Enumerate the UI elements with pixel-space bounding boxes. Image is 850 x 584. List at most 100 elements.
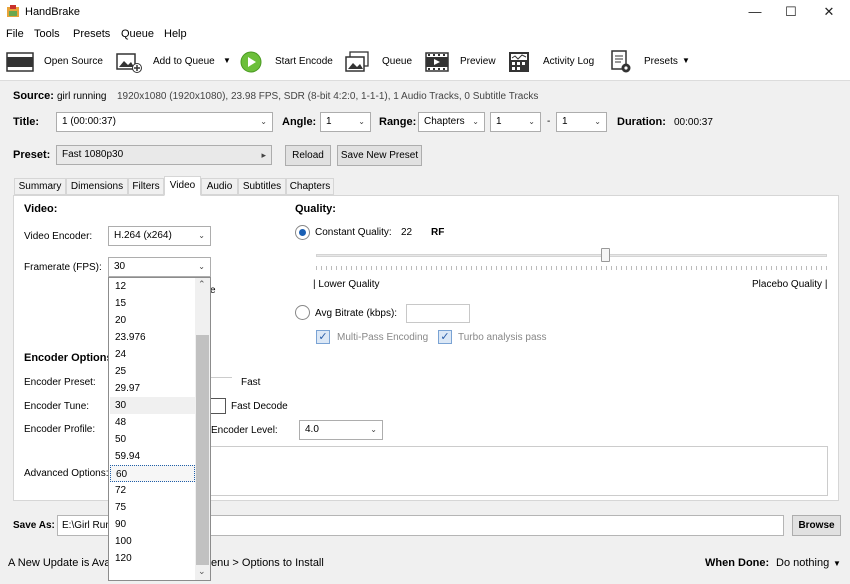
fps-option-25[interactable]: 25 — [110, 363, 195, 380]
range-type-select[interactable]: Chapters ⌄ — [418, 112, 485, 132]
fps-option-90[interactable]: 90 — [110, 516, 195, 533]
queue-button[interactable]: Queue — [343, 46, 418, 78]
reload-button[interactable]: Reload — [285, 145, 331, 166]
presets-label: Presets — [644, 56, 678, 67]
preset-select[interactable]: Fast 1080p30 ▸ — [56, 145, 272, 165]
fps-option-30[interactable]: 30 — [110, 397, 195, 414]
tab-audio[interactable]: Audio — [201, 178, 238, 195]
start-encode-label: Start Encode — [275, 56, 333, 67]
presets-chevron-down-icon[interactable]: ▼ — [682, 56, 690, 65]
presets-button[interactable]: Presets ▼ — [608, 46, 693, 78]
encoder-preset-fast-label: Fast — [241, 377, 261, 388]
turbo-pass-label: Turbo analysis pass — [458, 332, 547, 343]
minimize-icon[interactable]: — — [737, 0, 773, 24]
fps-option-12[interactable]: 12 — [110, 278, 195, 295]
encoder-level-select[interactable]: 4.0 ⌄ — [299, 420, 383, 440]
tab-dimensions[interactable]: Dimensions — [66, 178, 128, 195]
fps-option-60[interactable]: 60 — [110, 465, 195, 482]
source-info: 1920x1080 (1920x1080), 23.98 FPS, SDR (8… — [117, 91, 539, 102]
title-select[interactable]: 1 (00:00:37) ⌄ — [56, 112, 273, 132]
fps-option-15[interactable]: 15 — [110, 295, 195, 312]
scroll-up-icon[interactable]: ⌃ — [198, 279, 206, 290]
film-icon — [6, 52, 34, 72]
dropdown-scrollbar[interactable]: ⌃ ⌄ — [195, 278, 210, 580]
activity-log-button[interactable]: Activity Log — [506, 46, 601, 78]
activity-log-icon — [509, 52, 529, 72]
menu-help[interactable]: Help — [164, 28, 187, 40]
range-type-chevron-down-icon: ⌄ — [472, 117, 479, 126]
scroll-down-icon[interactable]: ⌄ — [198, 566, 206, 577]
menu-queue[interactable]: Queue — [121, 28, 154, 40]
activity-log-label: Activity Log — [543, 56, 595, 67]
source-name: girl running — [57, 91, 107, 102]
toolbar: Open Source Add to Queue ▼ Start Encode … — [0, 44, 850, 81]
fps-option-20[interactable]: 20 — [110, 312, 195, 329]
tab-summary[interactable]: Summary — [14, 178, 66, 195]
video-section-title: Video: — [24, 203, 58, 215]
quality-slider-track[interactable] — [316, 254, 827, 257]
save-as-label: Save As: — [13, 520, 55, 531]
tab-filters[interactable]: Filters — [128, 178, 164, 195]
tab-video[interactable]: Video — [164, 176, 201, 196]
start-encode-button[interactable]: Start Encode — [238, 46, 338, 78]
range-to-select[interactable]: 1 ⌄ — [556, 112, 607, 132]
turbo-pass-checkbox[interactable]: ✓ — [438, 330, 452, 344]
presets-gear-icon — [611, 50, 631, 73]
avg-bitrate-input[interactable] — [406, 304, 470, 323]
browse-button[interactable]: Browse — [792, 515, 841, 536]
encoder-chevron-down-icon: ⌄ — [198, 231, 205, 240]
fps-option-100[interactable]: 100 — [110, 533, 195, 550]
quality-slider-thumb[interactable] — [601, 248, 610, 262]
angle-select[interactable]: 1 ⌄ — [320, 112, 371, 132]
duration-label: Duration: — [617, 116, 666, 128]
when-done-label: When Done: — [705, 557, 770, 569]
save-new-preset-button[interactable]: Save New Preset — [337, 145, 422, 166]
constant-quality-label: Constant Quality: — [315, 227, 392, 238]
maximize-icon[interactable]: ☐ — [773, 0, 809, 24]
dropdown-scroll-thumb[interactable] — [196, 335, 209, 565]
add-image-icon — [116, 53, 142, 73]
framerate-select[interactable]: 30 ⌄ — [108, 257, 211, 277]
encoder-preset-slider[interactable] — [210, 377, 232, 378]
fps-option-24[interactable]: 24 — [110, 346, 195, 363]
fast-decode-checkbox[interactable] — [210, 398, 226, 414]
multi-pass-checkbox[interactable]: ✓ — [316, 330, 330, 344]
advanced-options-label: Advanced Options: — [24, 468, 109, 479]
open-source-button[interactable]: Open Source — [4, 46, 104, 78]
encoder-level-label: Encoder Level: — [211, 425, 278, 436]
menu-presets[interactable]: Presets — [73, 28, 110, 40]
fps-option-120[interactable]: 120 — [110, 550, 195, 567]
close-icon[interactable]: ✕ — [811, 0, 847, 24]
fps-option-72[interactable]: 72 — [110, 482, 195, 499]
rf-label: RF — [431, 227, 445, 238]
add-to-queue-label: Add to Queue — [153, 56, 215, 67]
tab-subtitles[interactable]: Subtitles — [238, 178, 286, 195]
framerate-dropdown-list[interactable]: 12 15 20 23.976 24 25 29.97 30 48 50 59.… — [108, 277, 211, 581]
encoder-profile-label: Encoder Profile: — [24, 424, 96, 435]
tab-chapters[interactable]: Chapters — [286, 178, 334, 195]
fps-option-23-976[interactable]: 23.976 — [110, 329, 195, 346]
when-done-chevron-down-icon[interactable]: ▼ — [833, 559, 841, 568]
fps-option-59-94[interactable]: 59.94 — [110, 448, 195, 465]
update-notice[interactable]: A New Update is Avai — [8, 557, 113, 569]
fps-option-75[interactable]: 75 — [110, 499, 195, 516]
open-source-label: Open Source — [44, 56, 103, 67]
play-icon — [240, 51, 262, 73]
when-done-value[interactable]: Do nothing — [776, 557, 829, 569]
menu-tools[interactable]: Tools — [34, 28, 60, 40]
range-to-value: 1 — [562, 116, 568, 127]
menu-file[interactable]: File — [6, 28, 24, 40]
fps-option-50[interactable]: 50 — [110, 431, 195, 448]
fps-option-29-97[interactable]: 29.97 — [110, 380, 195, 397]
advanced-options-textarea[interactable] — [210, 446, 828, 496]
chevron-down-icon[interactable]: ▼ — [223, 56, 231, 65]
preview-button[interactable]: Preview — [423, 46, 498, 78]
fps-option-48[interactable]: 48 — [110, 414, 195, 431]
constant-quality-radio[interactable] — [295, 225, 310, 240]
video-encoder-select[interactable]: H.264 (x264) ⌄ — [108, 226, 211, 246]
chevron-right-icon: ▸ — [261, 150, 266, 160]
preview-film-icon — [425, 52, 449, 72]
range-from-select[interactable]: 1 ⌄ — [490, 112, 541, 132]
avg-bitrate-radio[interactable] — [295, 305, 310, 320]
add-to-queue-button[interactable]: Add to Queue ▼ — [114, 46, 234, 78]
